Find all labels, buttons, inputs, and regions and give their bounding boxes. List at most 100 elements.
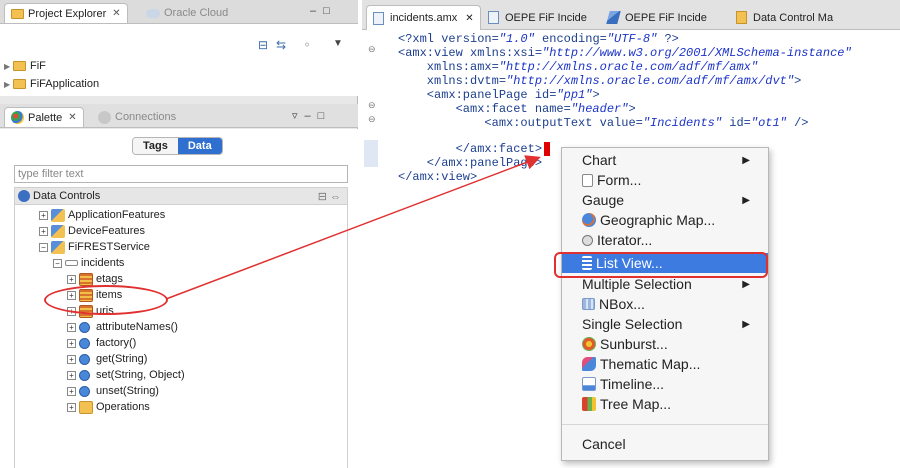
- expand-icon[interactable]: +: [67, 370, 76, 380]
- editor-gutter: ⊖ ⊖ ⊖: [362, 30, 382, 468]
- fold-icon[interactable]: ⊖: [368, 100, 376, 111]
- expand-icon[interactable]: +: [67, 274, 76, 284]
- menu-item-gauge[interactable]: Gauge ▶: [562, 190, 768, 210]
- tree-item-applicationfeatures[interactable]: + ApplicationFeatures: [39, 207, 165, 223]
- collapse-icon[interactable]: −: [53, 258, 62, 268]
- tree-label: FiF: [30, 60, 46, 72]
- tree-item-unset[interactable]: + unset(String): [67, 383, 159, 399]
- expand-icon[interactable]: +: [67, 322, 76, 332]
- menu-item-thematic-map[interactable]: Thematic Map...: [562, 354, 768, 374]
- data-control-icon: [51, 240, 65, 254]
- tab-label: OEPE FiF Incide: [505, 11, 587, 24]
- code-line: <?xml version="1.0" encoding="UTF-8" ?>: [398, 32, 679, 46]
- filter-input[interactable]: [14, 165, 348, 183]
- data-segment[interactable]: Data: [177, 138, 222, 154]
- expand-icon[interactable]: ▶: [4, 62, 13, 71]
- tags-data-toggle: Tags Data: [132, 137, 223, 155]
- tab-connections[interactable]: Connections: [92, 107, 182, 127]
- fold-icon[interactable]: ⊖: [368, 44, 376, 55]
- submenu-arrow-icon: ▶: [742, 278, 750, 290]
- focus-icon[interactable]: ⚬: [302, 38, 312, 52]
- tree-item-set[interactable]: + set(String, Object): [67, 367, 185, 383]
- project-explorer-body: ⊟ ⇆ ⚬ ▼ ▶ FiF ▶ FiFApplication: [0, 24, 358, 96]
- code-line: <amx:panelPage id="pp1">: [398, 88, 600, 102]
- tree-item-fifrestservice[interactable]: − FiFRESTService: [39, 239, 150, 255]
- expand-icon[interactable]: +: [67, 338, 76, 348]
- tree-item-incidents[interactable]: − incidents: [53, 255, 124, 271]
- expand-icon[interactable]: +: [39, 226, 48, 236]
- menu-item-cancel[interactable]: Cancel: [562, 434, 768, 454]
- fold-icon[interactable]: ⊖: [368, 114, 376, 125]
- data-controls-header[interactable]: Data Controls ⊟ ⇔: [14, 187, 348, 205]
- collapse-icon[interactable]: −: [39, 242, 48, 252]
- folder-icon: [79, 400, 93, 414]
- menu-item-chart[interactable]: Chart ▶: [562, 150, 768, 170]
- menu-item-single-selection[interactable]: Single Selection ▶: [562, 314, 768, 334]
- menu-item-tree-map[interactable]: Tree Map...: [562, 394, 768, 414]
- tab-oepe-fif-2[interactable]: OEPE FiF Incide: [602, 5, 713, 30]
- menu-item-nbox[interactable]: NBox...: [562, 294, 768, 314]
- menu-item-geographic-map[interactable]: Geographic Map...: [562, 210, 768, 230]
- menu-item-iterator[interactable]: Iterator...: [562, 230, 768, 250]
- tree-item-devicefeatures[interactable]: + DeviceFeatures: [39, 223, 145, 239]
- collapse-all-icon[interactable]: ⊟: [258, 38, 268, 52]
- collection-icon: [79, 272, 93, 286]
- minimize-maximize-icons[interactable]: –□: [310, 5, 337, 17]
- menu-label: Timeline...: [600, 376, 665, 392]
- tree-item-get[interactable]: + get(String): [67, 351, 147, 367]
- menu-separator: [562, 424, 768, 425]
- link-editor-icon[interactable]: ⇆: [276, 38, 286, 52]
- menu-item-timeline[interactable]: Timeline...: [562, 374, 768, 394]
- project-tabbar: Project Explorer ✕ Oracle Cloud –□: [0, 0, 358, 24]
- expand-icon[interactable]: ▶: [4, 80, 13, 89]
- close-icon[interactable]: ✕: [465, 13, 473, 24]
- tags-segment[interactable]: Tags: [133, 138, 178, 154]
- close-icon[interactable]: ✕: [112, 8, 120, 19]
- menu-label: Thematic Map...: [600, 356, 701, 372]
- menu-item-form[interactable]: Form...: [562, 170, 768, 190]
- method-icon: [79, 321, 90, 333]
- file-icon: [488, 11, 499, 24]
- timeline-icon: [582, 377, 596, 391]
- tab-oracle-cloud[interactable]: Oracle Cloud: [140, 3, 234, 23]
- code-line: </amx:view>: [398, 170, 478, 184]
- tree-item-attributenames[interactable]: + attributeNames(): [67, 319, 178, 335]
- tree-label: etags: [96, 273, 123, 285]
- thematic-map-icon: [582, 357, 596, 371]
- tab-data-control-ma[interactable]: Data Control Ma: [730, 5, 839, 30]
- tree-label: FiFApplication: [30, 78, 100, 90]
- code-line: </amx:facet>: [398, 142, 551, 156]
- expand-icon[interactable]: +: [67, 354, 76, 364]
- globe-icon: [582, 213, 596, 227]
- submenu-arrow-icon: ▶: [742, 318, 750, 330]
- tab-project-explorer[interactable]: Project Explorer ✕: [4, 3, 128, 23]
- tree-item-factory[interactable]: + factory(): [67, 335, 136, 351]
- diagram-icon: [606, 11, 621, 24]
- tab-incidents-amx[interactable]: incidents.amx ✕: [366, 5, 481, 30]
- expand-icon[interactable]: +: [67, 386, 76, 396]
- editor-tabbar: incidents.amx ✕ OEPE FiF Incide OEPE FiF…: [362, 0, 900, 30]
- text-cursor: [544, 142, 551, 156]
- tab-palette[interactable]: Palette ✕: [4, 107, 84, 127]
- menu-label: Cancel: [582, 436, 626, 452]
- menu-label: Sunburst...: [600, 336, 668, 352]
- view-minimize-maximize-icons[interactable]: ▿–□: [292, 109, 331, 122]
- view-menu-icon[interactable]: ▼: [333, 38, 343, 49]
- tree-label: set(String, Object): [96, 369, 185, 381]
- close-icon[interactable]: ✕: [68, 112, 76, 123]
- palette-tabbar: Palette ✕ Connections ▿–□: [0, 104, 358, 128]
- project-icon: [13, 61, 26, 71]
- tree-item-operations[interactable]: + Operations: [67, 399, 150, 415]
- tab-oepe-fif-1[interactable]: OEPE FiF Incide: [482, 5, 593, 30]
- tree-label: Operations: [96, 401, 150, 413]
- connections-icon: [98, 110, 111, 124]
- tree-item-fif[interactable]: ▶ FiF: [4, 58, 46, 74]
- tree-item-fifapplication[interactable]: ▶ FiFApplication: [4, 76, 99, 92]
- data-controls-label: Data Controls: [33, 190, 101, 202]
- expand-icon[interactable]: +: [39, 210, 48, 220]
- expand-icon[interactable]: +: [67, 402, 76, 412]
- cloud-icon: [146, 8, 160, 18]
- menu-item-sunburst[interactable]: Sunburst...: [562, 334, 768, 354]
- collapse-refresh-icons[interactable]: ⊟ ⇔: [318, 190, 341, 203]
- tab-label: Connections: [115, 111, 177, 123]
